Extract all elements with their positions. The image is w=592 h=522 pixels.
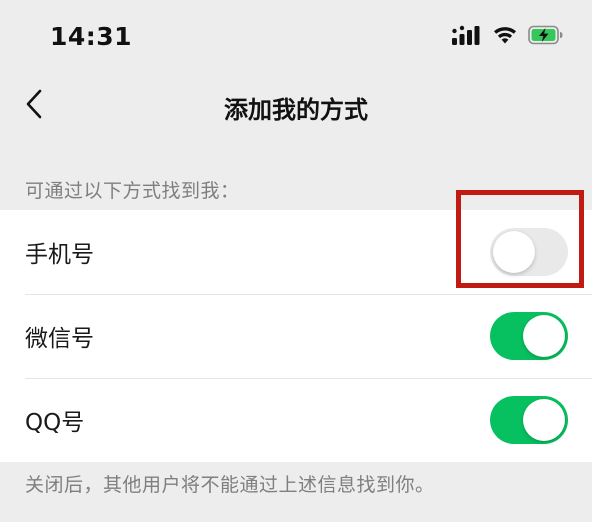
settings-list: 手机号 微信号 QQ号 <box>0 210 592 462</box>
list-item-qq: QQ号 <box>0 378 592 462</box>
wechat-id-toggle[interactable] <box>490 312 568 360</box>
phone-toggle[interactable] <box>490 228 568 276</box>
toggle-knob <box>523 315 565 357</box>
status-bar: 14:31 <box>0 0 592 76</box>
nav-bar: 添加我的方式 <box>0 76 592 136</box>
cellular-signal-icon <box>452 25 482 49</box>
list-item-wechat-id: 微信号 <box>0 294 592 378</box>
battery-charging-icon <box>528 25 564 49</box>
qq-toggle[interactable] <box>490 396 568 444</box>
status-time: 14:31 <box>50 22 133 51</box>
page-title: 添加我的方式 <box>224 96 368 124</box>
status-icons <box>452 25 564 49</box>
toggle-knob <box>523 399 565 441</box>
section-header: 可通过以下方式找到我： <box>25 180 240 202</box>
wifi-icon <box>492 25 518 49</box>
footer-note: 关闭后，其他用户将不能通过上述信息找到你。 <box>25 474 435 496</box>
toggle-knob <box>493 231 535 273</box>
row-label: 手机号 <box>25 242 94 268</box>
row-label: 微信号 <box>25 326 94 352</box>
list-item-phone: 手机号 <box>0 210 592 294</box>
row-label: QQ号 <box>25 410 85 436</box>
